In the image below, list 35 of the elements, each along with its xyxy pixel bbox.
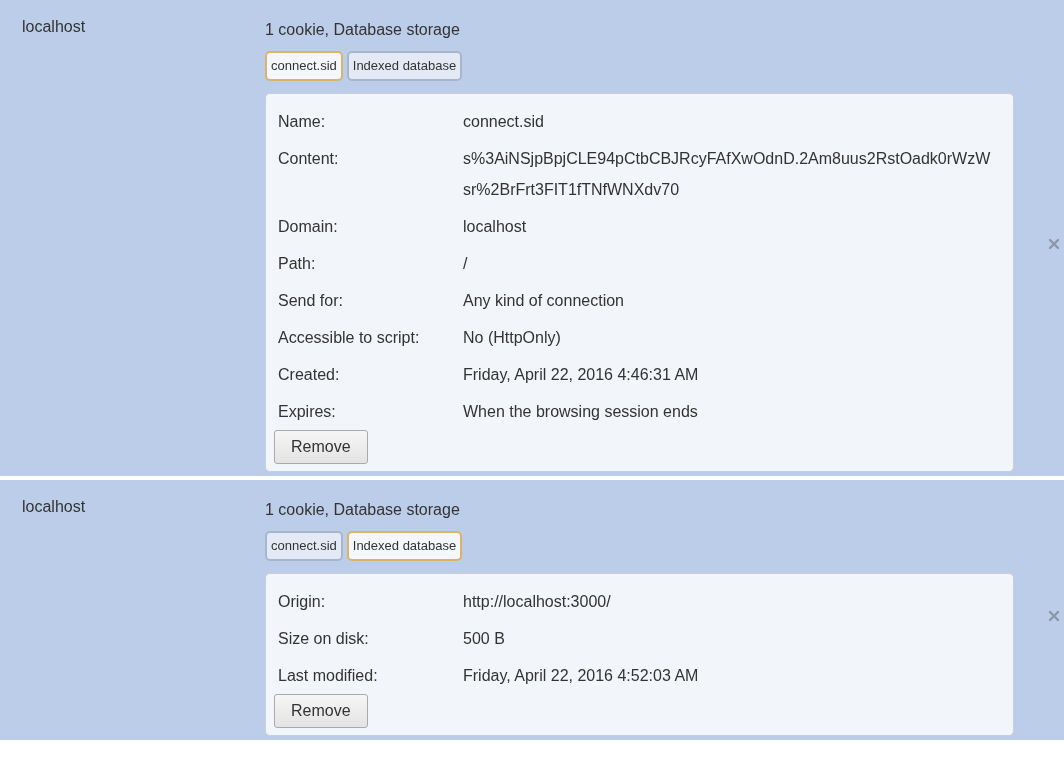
storage-item-tab[interactable]: connect.sid [265, 531, 343, 561]
storage-item-tab[interactable]: Indexed database [346, 531, 463, 561]
storage-summary: 1 cookie, Database storage [265, 500, 461, 520]
storage-item-tab[interactable]: Indexed database [346, 51, 463, 81]
detail-label: Domain: [278, 217, 339, 237]
detail-label: Size on disk: [278, 629, 370, 649]
detail-value: connect.sid [463, 112, 545, 132]
storage-summary: 1 cookie, Database storage [265, 20, 461, 40]
detail-label: Content: [278, 149, 340, 169]
detail-value: Any kind of connection [463, 291, 625, 311]
detail-value: Friday, April 22, 2016 4:52:03 AM [463, 666, 700, 686]
site-row[interactable] [0, 0, 1064, 476]
detail-label: Accessible to script: [278, 328, 421, 348]
detail-value: localhost [463, 217, 528, 237]
detail-label: Last modified: [278, 666, 379, 686]
site-name: localhost [21, 17, 87, 37]
remove-button[interactable]: Remove [274, 430, 368, 464]
detail-label: Origin: [278, 592, 327, 612]
detail-label: Created: [278, 365, 341, 385]
close-icon[interactable] [1048, 610, 1060, 622]
detail-label: Path: [278, 254, 317, 274]
detail-value: No (HttpOnly) [463, 328, 562, 348]
detail-label: Expires: [278, 402, 337, 422]
detail-value: 500 B [463, 629, 506, 649]
detail-label: Send for: [278, 291, 344, 311]
storage-item-tab[interactable]: connect.sid [265, 51, 343, 81]
detail-label: Name: [278, 112, 327, 132]
detail-value: / [463, 254, 469, 274]
detail-value: Friday, April 22, 2016 4:46:31 AM [463, 365, 700, 385]
detail-value: http://localhost:3000/ [463, 592, 612, 612]
site-name: localhost [21, 497, 87, 517]
detail-value: When the browsing session ends [463, 402, 699, 422]
site-row[interactable]: localhost 1 cookie, Database storage connect.sid Indexed database Origin: http://localhost:3000/ Size on disk: 500 B Last modified: Friday, April 22, 2016 4:52:03 AM Remove [0, 480, 1064, 740]
remove-button[interactable]: Remove [274, 694, 368, 728]
close-icon[interactable] [1048, 238, 1060, 250]
